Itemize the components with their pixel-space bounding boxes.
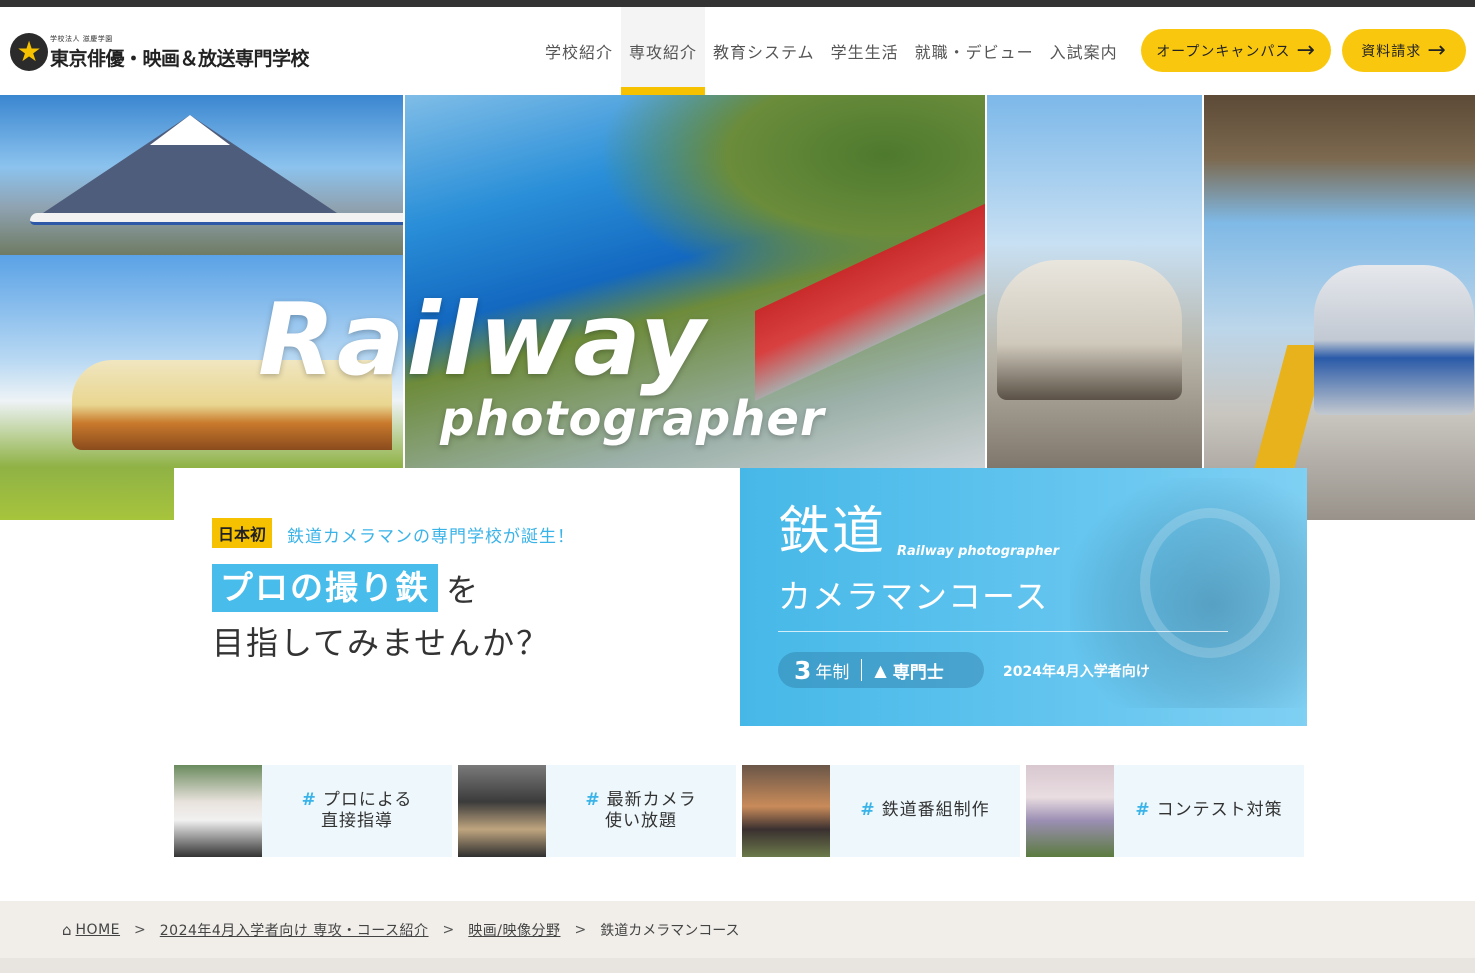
breadcrumb-separator: >	[134, 921, 146, 938]
course-title-en: Railway photographer	[897, 544, 1059, 559]
breadcrumb-current: 鉄道カメラマンコース	[600, 922, 740, 939]
course-degree: 専門士	[892, 662, 944, 683]
headline-particle: を	[446, 571, 479, 609]
feature-card-railway-program[interactable]: # 鉄道番組制作	[742, 765, 1020, 857]
open-campus-label: オープンキャンパス	[1156, 43, 1291, 60]
hero-title-railway: Railway	[258, 281, 708, 398]
request-materials-label: 資料請求	[1361, 43, 1422, 60]
global-nav: 学校紹介 専攻紹介 教育システム 学生生活 就職・デビュー 入試案内	[537, 7, 1126, 95]
course-divider	[778, 631, 1228, 632]
logo-corporation-text: 学校法人 滋慶学園	[50, 34, 113, 43]
request-materials-button[interactable]: 資料請求 →	[1342, 29, 1466, 72]
feature-card-pro-instruction[interactable]: # プロによる 直接指導	[174, 765, 452, 857]
photo-cameras	[458, 765, 546, 857]
photo-train-cherry-blossom	[1026, 765, 1114, 857]
course-subtitle: カメラマンコース	[778, 577, 1049, 616]
site-logo[interactable]: ★ 学校法人 滋慶学園 東京俳優・映画＆放送専門学校	[10, 33, 310, 71]
feature-card-contest[interactable]: # コンテスト対策	[1026, 765, 1304, 857]
photo-fuji-shinkansen	[0, 95, 403, 255]
course-years: 3	[794, 655, 812, 685]
arrow-right-icon: →	[1296, 37, 1316, 63]
breadcrumb-separator: >	[442, 921, 455, 938]
photo-instructor	[174, 765, 262, 857]
photo-limited-express	[987, 95, 1202, 468]
home-icon: ⌂	[62, 920, 72, 939]
nav-education-system[interactable]: 教育システム	[705, 7, 823, 95]
intro-tagline: 鉄道カメラマンの専門学校が誕生！	[287, 527, 575, 547]
hero-title-photographer: photographer	[440, 391, 825, 447]
breadcrumb-majors[interactable]: 2024年4月入学者向け 専攻・コース紹介	[160, 920, 429, 940]
breadcrumb-separator: >	[574, 921, 587, 938]
photo-station-platform	[1204, 95, 1475, 520]
first-in-japan-badge: 日本初	[212, 518, 273, 548]
course-title: 鉄道	[778, 502, 887, 562]
breadcrumb-film-field[interactable]: 映画/映像分野	[468, 920, 560, 940]
course-info-pill: 3 年制 ▲ 専門士	[778, 652, 984, 688]
headline-highlight: プロの撮り鉄	[212, 564, 438, 612]
breadcrumb: ⌂ HOME > 2024年4月入学者向け 専攻・コース紹介 > 映画/映像分野…	[0, 901, 1475, 958]
graduation-cap-icon: ▲	[874, 660, 887, 680]
arrow-right-icon: →	[1427, 37, 1447, 63]
hash-icon: #	[585, 789, 601, 810]
intro-headline-line2: 目指してみませんか？	[212, 624, 551, 662]
course-target-year: 2024年4月入学者向け	[1003, 664, 1150, 680]
course-panel: 鉄道 Railway photographer カメラマンコース 3 年制 ▲ …	[740, 468, 1307, 726]
logo-school-name: 東京俳優・映画＆放送専門学校	[50, 47, 310, 70]
nav-student-life[interactable]: 学生生活	[823, 7, 907, 95]
course-years-unit: 年制	[815, 662, 850, 683]
nav-career-debut[interactable]: 就職・デビュー	[907, 7, 1042, 95]
site-header: ★ 学校法人 滋慶学園 東京俳優・映画＆放送専門学校 学校紹介 専攻紹介 教育シ…	[0, 7, 1475, 95]
hero-collage: Railway photographer	[0, 95, 1475, 520]
intro-headline: プロの撮り鉄 を	[212, 564, 478, 612]
feature-cards: # プロによる 直接指導 # 最新カメラ 使い放題 # 鉄道番組制作 # コンテスト対策	[174, 765, 1307, 857]
hash-icon: #	[1135, 800, 1151, 821]
top-dark-bar	[0, 0, 1475, 7]
nav-admissions[interactable]: 入試案内	[1042, 7, 1126, 95]
open-campus-button[interactable]: オープンキャンパス →	[1141, 29, 1331, 72]
intro-panel: 日本初 鉄道カメラマンの専門学校が誕生！ プロの撮り鉄 を 目指してみませんか？	[174, 468, 740, 726]
nav-school-intro[interactable]: 学校紹介	[537, 7, 621, 95]
nav-majors[interactable]: 専攻紹介	[621, 7, 706, 95]
hash-icon: #	[860, 800, 876, 821]
feature-card-latest-camera[interactable]: # 最新カメラ 使い放題	[458, 765, 736, 857]
photo-videographer	[742, 765, 830, 857]
breadcrumb-home[interactable]: HOME	[76, 922, 120, 938]
star-logo-icon: ★	[10, 33, 48, 71]
hash-icon: #	[301, 789, 317, 810]
